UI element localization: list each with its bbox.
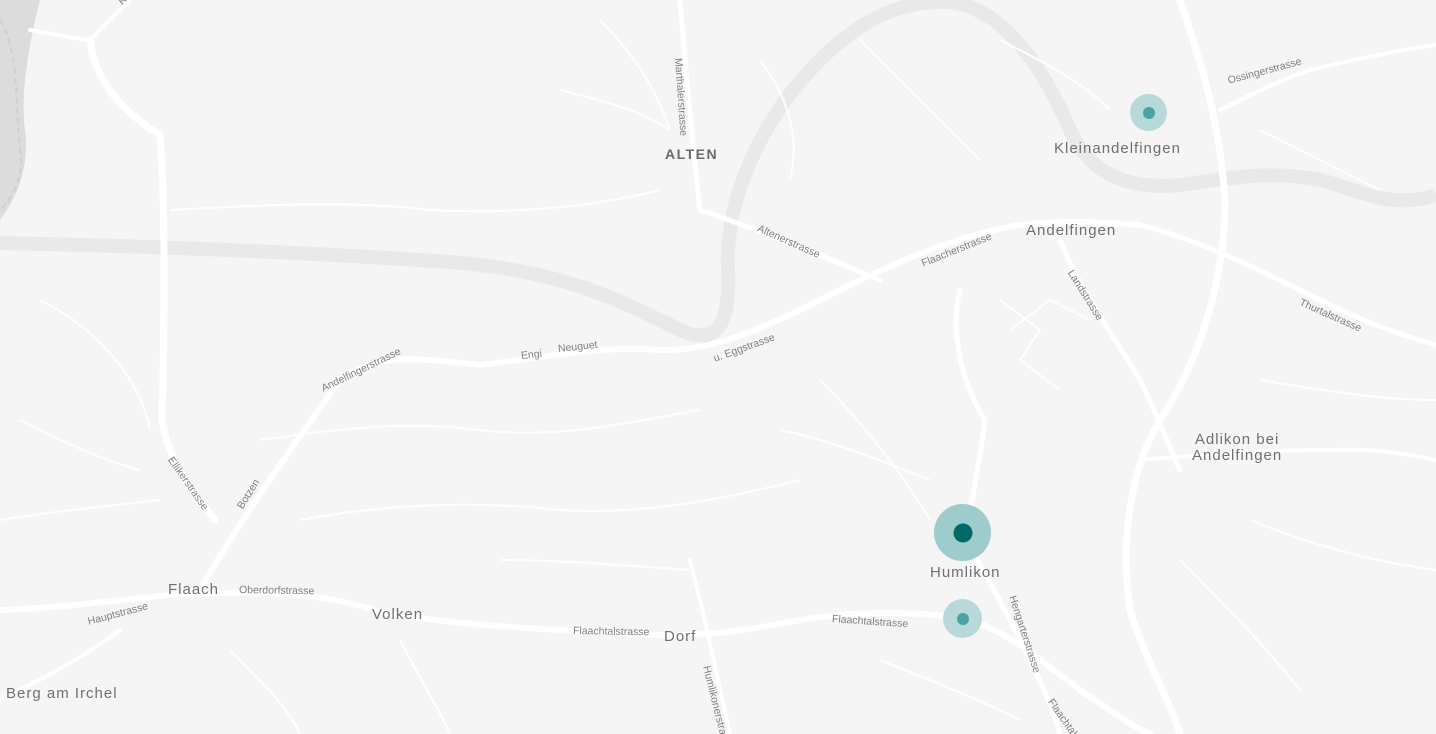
street-label-engi: Engi bbox=[520, 347, 543, 362]
place-label-berg-am-irchel: Berg am Irchel bbox=[6, 685, 118, 702]
map-marker-humlikon[interactable] bbox=[934, 504, 991, 561]
minor-roads bbox=[0, 19, 1436, 734]
place-label-volken: Volken bbox=[372, 606, 424, 623]
map-canvas[interactable]: ALTEN Kleinandelfingen Andelfingen Adlik… bbox=[0, 0, 1436, 734]
place-label-dorf: Dorf bbox=[664, 628, 697, 645]
place-label-alten: ALTEN bbox=[665, 146, 719, 162]
map-marker-humlikon-south[interactable] bbox=[943, 599, 982, 638]
place-label-adlikon: Adlikon bei Andelfingen bbox=[1192, 432, 1282, 464]
place-label-adlikon-line1: Adlikon bei bbox=[1194, 431, 1280, 448]
map-marker-kleinandelfingen[interactable] bbox=[1130, 94, 1167, 131]
place-label-andelfingen: Andelfingen bbox=[1026, 222, 1117, 239]
place-label-humlikon: Humlikon bbox=[930, 564, 1001, 581]
place-label-flaach: Flaach bbox=[168, 581, 220, 598]
place-label-adlikon-line2: Andelfingen bbox=[1192, 447, 1283, 464]
map-base-layer bbox=[0, 0, 1436, 734]
road-network bbox=[0, 0, 1436, 734]
place-label-kleinandelfingen: Kleinandelfingen bbox=[1054, 140, 1181, 157]
marker-dot bbox=[953, 523, 972, 542]
marker-dot bbox=[1142, 106, 1155, 119]
street-label-oberdorfstrasse: Oberdorfstrasse bbox=[238, 584, 315, 598]
street-label-flaachtalstrasse-west: Flaachtalstrasse bbox=[572, 625, 650, 639]
marker-dot bbox=[956, 612, 969, 625]
